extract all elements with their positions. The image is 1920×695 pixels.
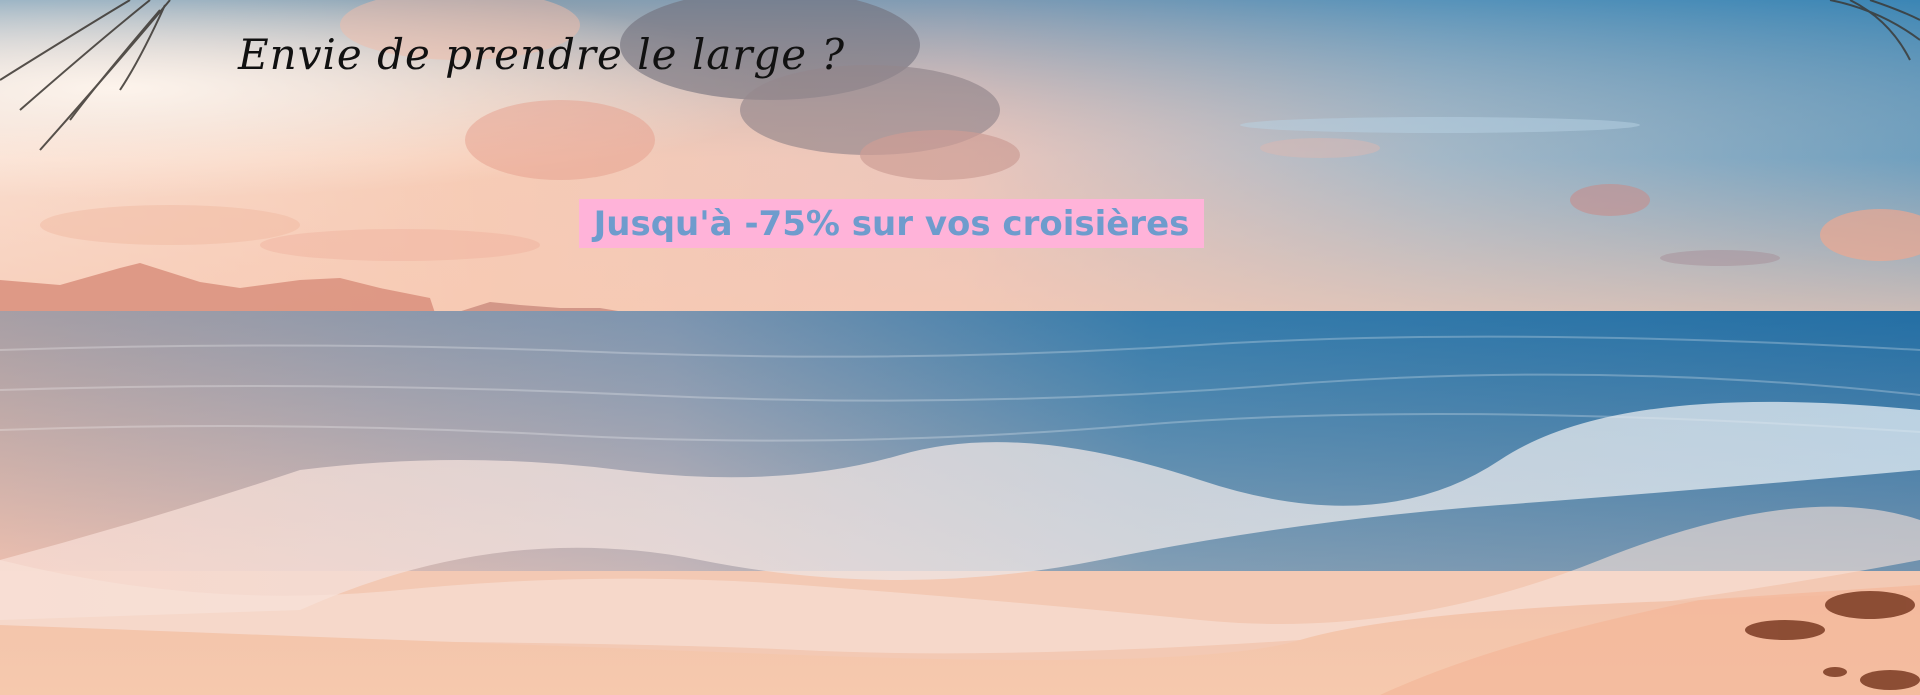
promo-cruise-label: Jusqu'à -75% sur vos croisières [593, 203, 1190, 244]
hero-banner: Envie de prendre le large ? Jusqu'à -75%… [0, 0, 1920, 695]
promo-cruise-link[interactable]: Jusqu'à -75% sur vos croisières [579, 199, 1204, 248]
hero-tagline: Envie de prendre le large ? [238, 30, 846, 79]
beach-sunset-image [0, 0, 1920, 695]
